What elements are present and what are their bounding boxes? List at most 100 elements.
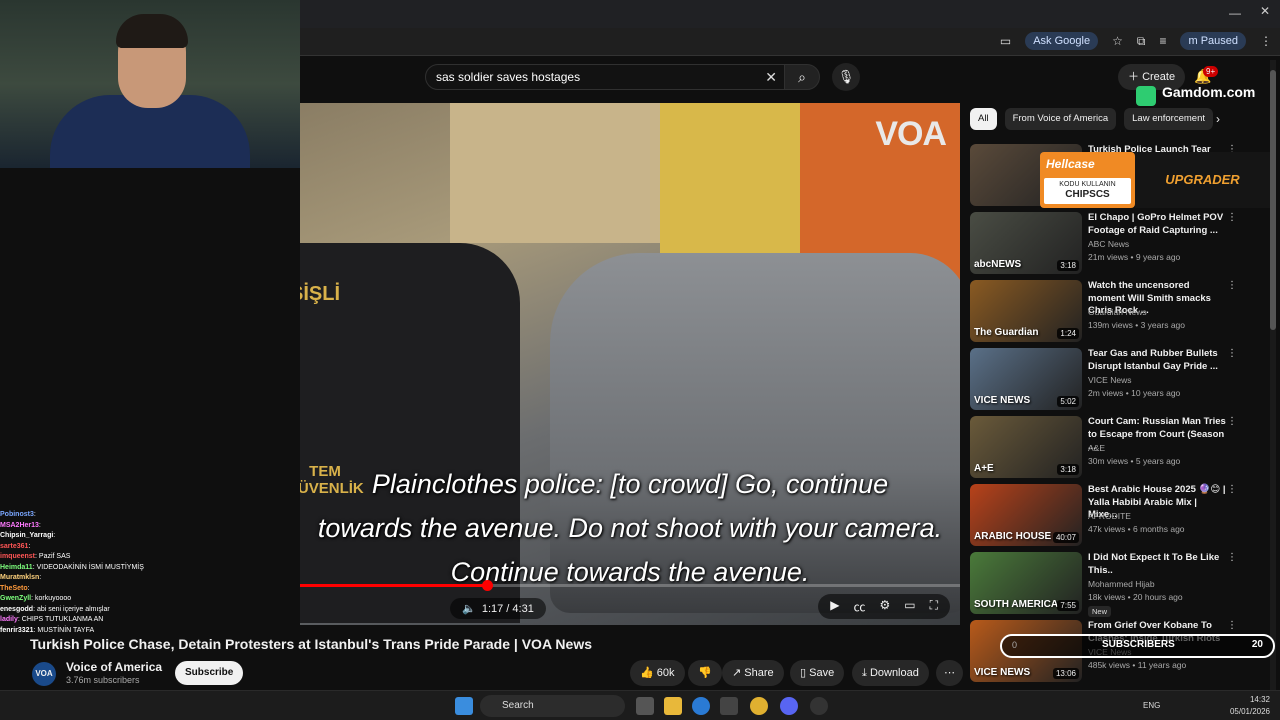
settings-gear-icon[interactable]: ⚙: [879, 598, 890, 615]
chat-username[interactable]: MSA2Her13: [0, 522, 39, 529]
video-thumbnail[interactable]: A+E 3:18: [970, 416, 1082, 478]
system-clock[interactable]: 14:32 05/01/2026: [1230, 694, 1270, 718]
chip-law-enforcement[interactable]: Law enforcement: [1124, 108, 1213, 130]
more-options-icon[interactable]: ⋮: [1227, 348, 1237, 359]
chrome-icon[interactable]: [750, 697, 768, 715]
duration-badge: 13:06: [1052, 668, 1079, 679]
dislike-button[interactable]: 👎: [688, 660, 722, 686]
discord-icon[interactable]: [780, 697, 798, 715]
video-thumbnail[interactable]: ARABIC HOUSE 40:07: [970, 484, 1082, 546]
recommendation-meta: 2m views • 10 years ago: [1088, 388, 1181, 398]
chat-username[interactable]: ladily: [0, 616, 18, 623]
video-thumbnail[interactable]: abcNEWS 3:18: [970, 212, 1082, 274]
volume-icon[interactable]: 🔈: [462, 603, 476, 615]
chat-username[interactable]: Muratmklsn: [0, 574, 39, 581]
voice-search-button[interactable]: 🎙: [832, 63, 860, 91]
chat-username[interactable]: enesgodd: [0, 606, 33, 613]
chat-username[interactable]: imqueenst: [0, 553, 35, 560]
windows-start-icon[interactable]: [455, 697, 473, 715]
chat-username[interactable]: TheSeto: [0, 585, 28, 592]
channel-avatar[interactable]: VOA: [32, 662, 56, 686]
recommendation-channel[interactable]: Guardian News: [1088, 307, 1147, 317]
thumbnail-label: abcNEWS: [974, 259, 1022, 270]
more-options-icon[interactable]: ⋮: [1227, 484, 1237, 495]
chat-username[interactable]: Chipsin_Yarragi: [0, 532, 53, 539]
recommendation-item[interactable]: A+E 3:18 Court Cam: Russian Man Tries to…: [970, 416, 1265, 480]
chip-all[interactable]: All: [970, 108, 997, 130]
recommendation-item[interactable]: ARABIC HOUSE 40:07 Best Arabic House 202…: [970, 484, 1265, 548]
chat-text: : Pazif SAS: [35, 553, 71, 560]
subs-goal-target: 20: [1251, 639, 1263, 650]
search-input[interactable]: sas soldier saves hostages ✕: [425, 64, 790, 90]
recommendation-title[interactable]: Tear Gas and Rubber Bullets Disrupt Ista…: [1088, 348, 1228, 373]
recommendation-title[interactable]: I Did Not Expect It To Be Like This..: [1088, 552, 1228, 577]
recommendation-title[interactable]: El Chapo | GoPro Helmet POV Footage of R…: [1088, 212, 1228, 237]
scrollbar-thumb[interactable]: [1270, 70, 1276, 330]
more-options-icon[interactable]: ⋮: [1227, 620, 1237, 631]
recommendation-item[interactable]: abcNEWS 3:18 El Chapo | GoPro Helmet POV…: [970, 212, 1265, 276]
recommendation-channel[interactable]: VICE News: [1088, 375, 1131, 385]
edge-icon[interactable]: [692, 697, 710, 715]
more-options-icon[interactable]: ⋮: [1227, 212, 1237, 223]
search-icon: ⌕: [798, 69, 806, 85]
store-icon[interactable]: [720, 697, 738, 715]
progress-fill: [300, 584, 488, 587]
more-options-icon[interactable]: ⋮: [1227, 416, 1237, 427]
recommendation-channel[interactable]: AFRODITE: [1088, 511, 1131, 521]
file-explorer-icon[interactable]: [664, 697, 682, 715]
page-scrollbar[interactable]: [1270, 60, 1276, 690]
video-thumbnail[interactable]: SOUTH AMERICA 7:55: [970, 552, 1082, 614]
recommendation-item[interactable]: VICE NEWS 5:02 Tear Gas and Rubber Bulle…: [970, 348, 1265, 412]
chevron-right-icon[interactable]: ›: [1216, 112, 1220, 126]
captions-icon[interactable]: ㏄: [853, 598, 865, 615]
profile-button[interactable]: m Paused: [1180, 32, 1246, 50]
thumbnail-label: ARABIC HOUSE: [974, 531, 1052, 542]
save-button[interactable]: ▯ Save: [790, 660, 845, 686]
minimize-icon[interactable]: —: [1220, 6, 1250, 20]
cast-icon[interactable]: ▭: [1000, 34, 1011, 48]
search-button[interactable]: ⌕: [784, 64, 820, 90]
extensions-icon[interactable]: ⧉: [1137, 34, 1146, 49]
more-options-icon[interactable]: ⋮: [1227, 280, 1237, 291]
like-button[interactable]: 👍 60k: [630, 660, 685, 686]
ask-google-button[interactable]: Ask Google: [1025, 32, 1099, 50]
chat-username[interactable]: Pobinost3: [0, 511, 34, 518]
channel-name[interactable]: Voice of America: [66, 660, 162, 674]
taskbar-search[interactable]: Search: [480, 695, 625, 717]
theater-mode-icon[interactable]: ▭: [904, 598, 915, 615]
subscribe-button[interactable]: Subscribe: [175, 661, 244, 685]
recommendation-item[interactable]: SOUTH AMERICA 7:55 I Did Not Expect It T…: [970, 552, 1265, 617]
recommendation-meta: 21m views • 9 years ago: [1088, 252, 1181, 262]
menu-kebab-icon[interactable]: ⋮: [1260, 34, 1272, 48]
progress-bar[interactable]: [300, 580, 960, 591]
chat-username[interactable]: fenrir3321: [0, 627, 33, 634]
video-thumbnail[interactable]: VICE NEWS 5:02: [970, 348, 1082, 410]
share-button[interactable]: ↗ Share: [722, 660, 784, 686]
close-window-icon[interactable]: ✕: [1250, 4, 1280, 18]
recommendation-channel[interactable]: A&E: [1088, 443, 1105, 453]
fullscreen-icon[interactable]: ⛶: [930, 598, 938, 615]
chat-username[interactable]: GwenZyll: [0, 595, 31, 602]
task-view-icon[interactable]: [636, 697, 654, 715]
bookmark-star-icon[interactable]: ☆: [1112, 34, 1123, 48]
recommendation-item[interactable]: The Guardian 1:24 Watch the uncensored m…: [970, 280, 1265, 344]
recommendation-channel[interactable]: ABC News: [1088, 239, 1129, 249]
clear-search-icon[interactable]: ✕: [765, 65, 777, 89]
chat-username[interactable]: sarte361: [0, 543, 28, 550]
more-options-icon[interactable]: ⋮: [1227, 552, 1237, 563]
recommendation-title[interactable]: Court Cam: Russian Man Tries to Escape f…: [1088, 416, 1228, 454]
thumbnail-label: The Guardian: [974, 327, 1039, 338]
video-thumbnail[interactable]: The Guardian 1:24: [970, 280, 1082, 342]
reading-list-icon[interactable]: ≡: [1159, 34, 1166, 48]
language-indicator[interactable]: ENG: [1143, 701, 1160, 710]
recommendation-channel[interactable]: Mohammed Hijab: [1088, 579, 1155, 589]
download-button[interactable]: ⤓ Download: [852, 660, 929, 686]
chip-from-voa[interactable]: From Voice of America: [1004, 108, 1117, 130]
video-player[interactable]: ŞİŞLİ TEM GÜVENLİK VOA Plainclothes poli…: [300, 103, 960, 625]
chat-text: :: [38, 521, 41, 529]
more-actions-button[interactable]: ⋯: [936, 660, 963, 686]
chat-text: :: [53, 532, 56, 539]
obs-icon[interactable]: [810, 697, 828, 715]
autoplay-toggle-icon[interactable]: ▶: [830, 598, 839, 615]
chat-username[interactable]: Heimda11: [0, 564, 33, 571]
